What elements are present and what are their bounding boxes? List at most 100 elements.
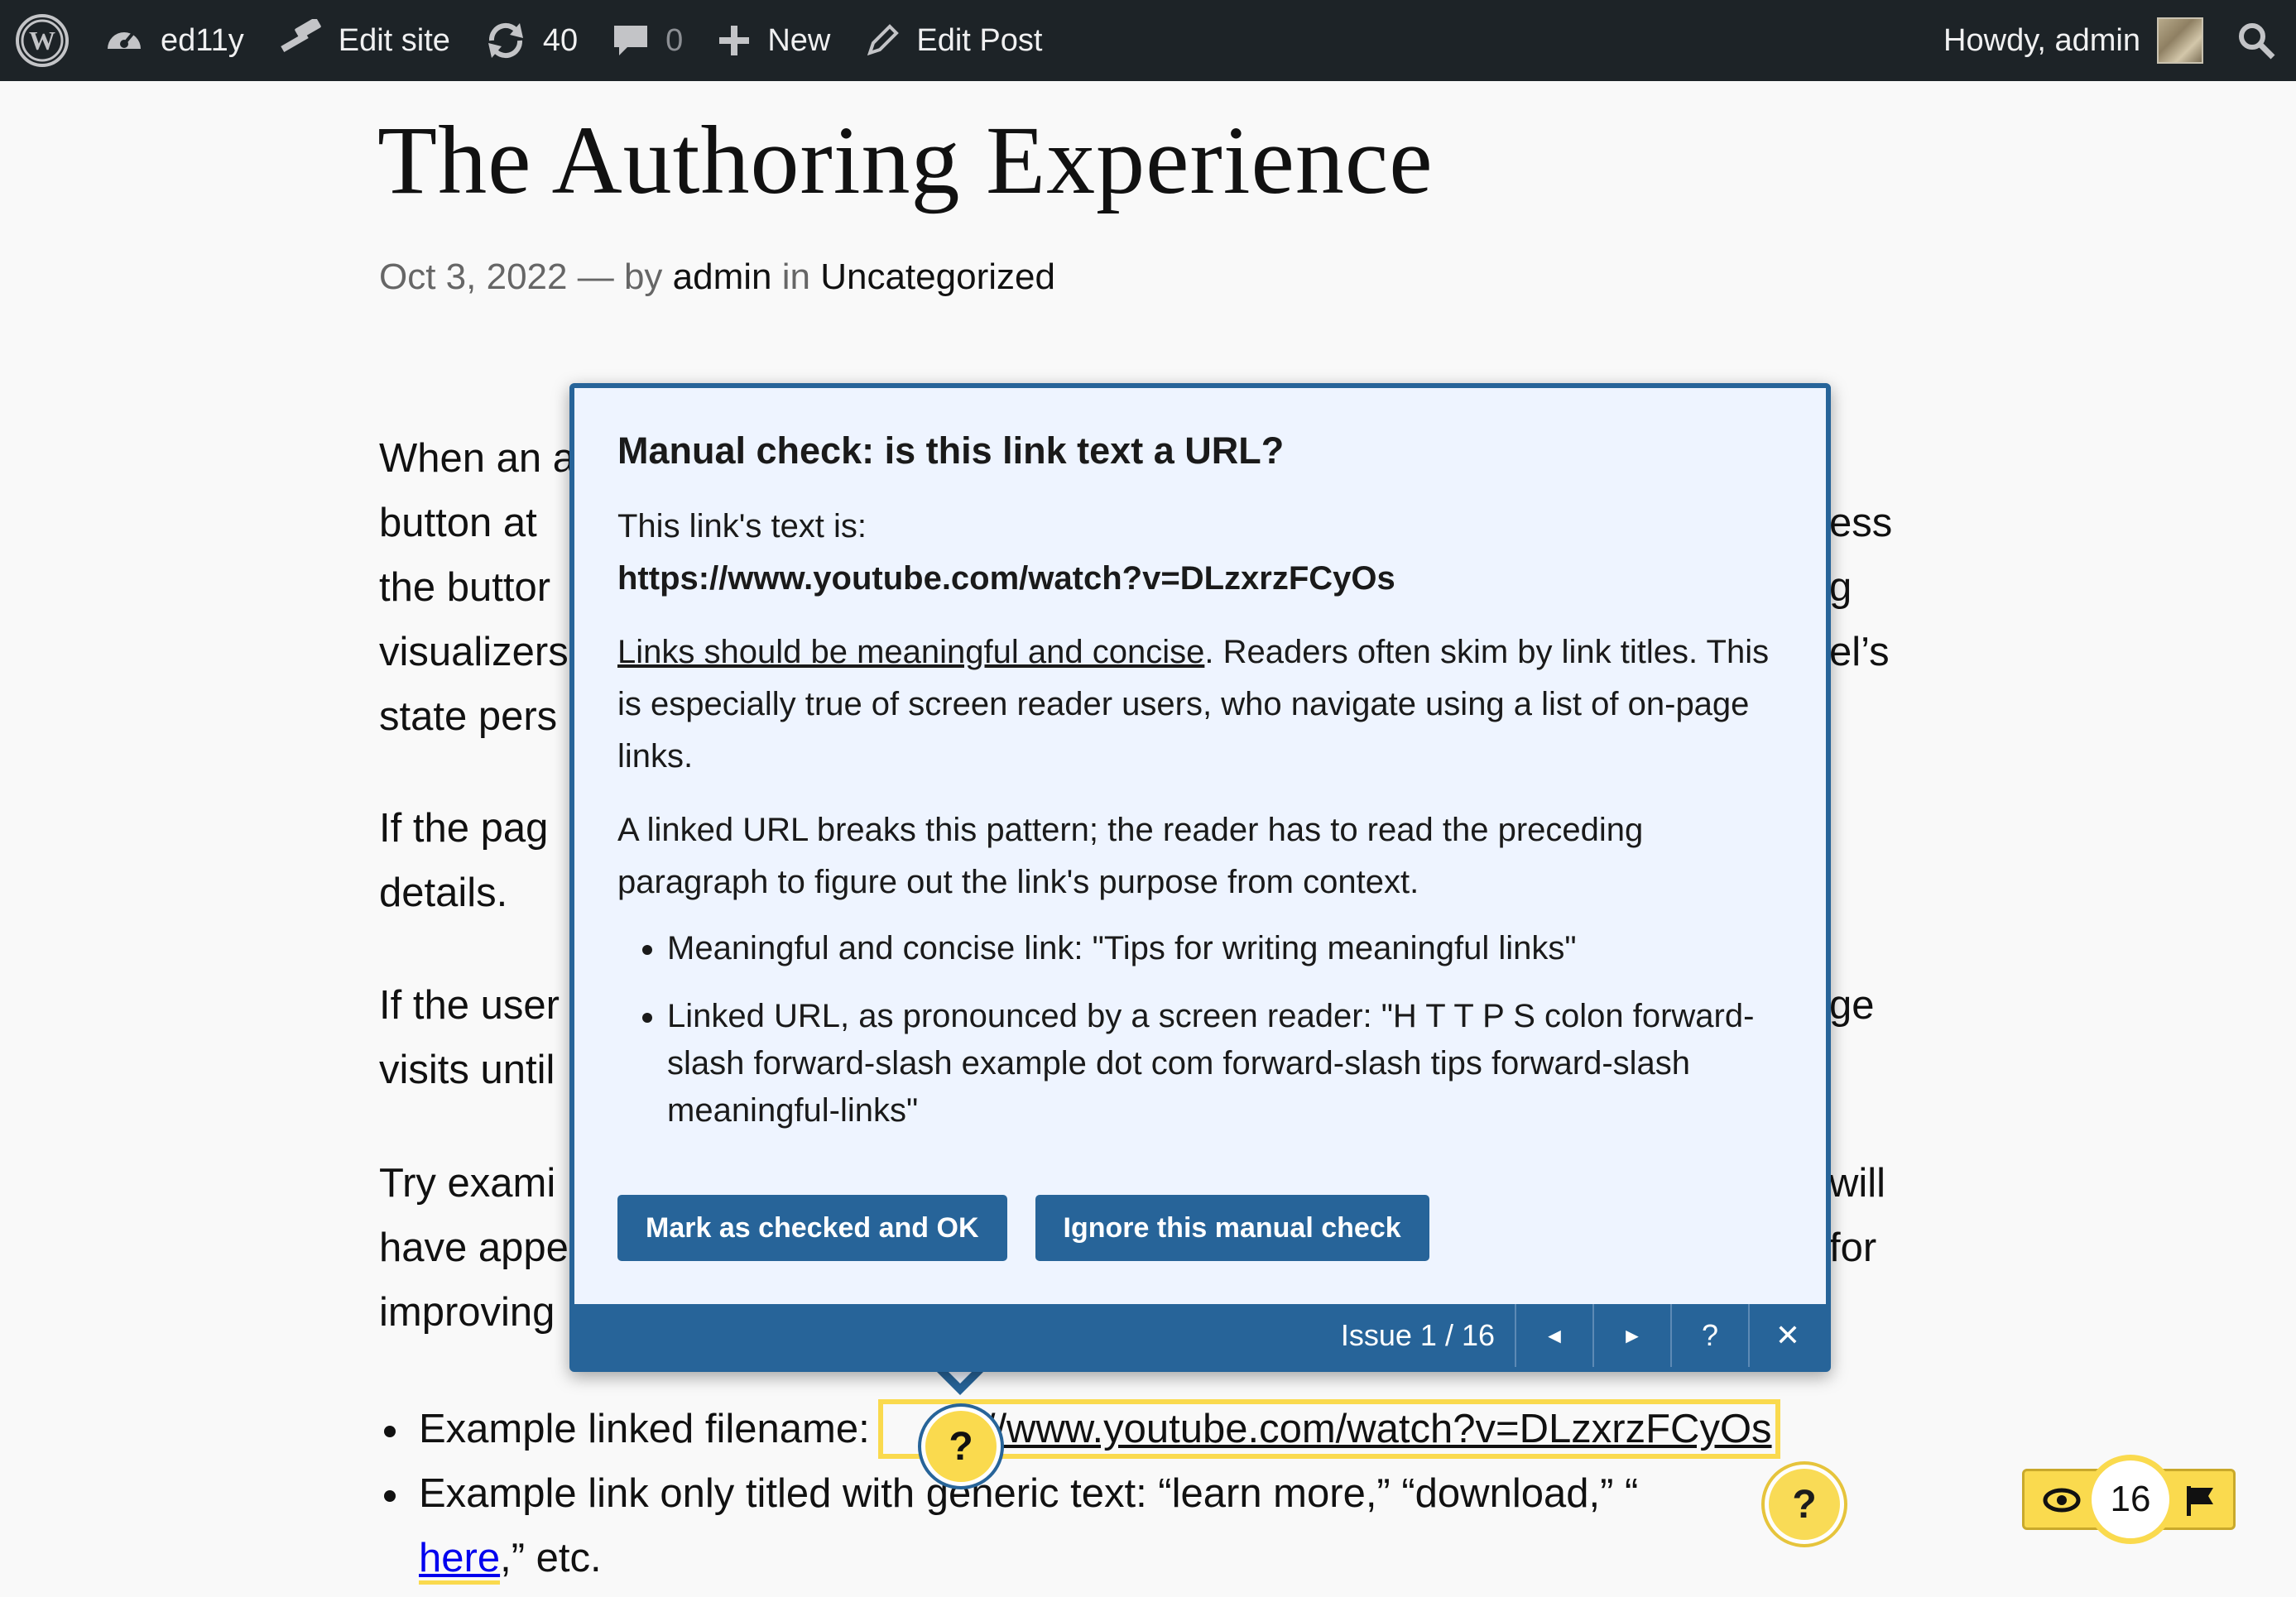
paragraph-4-right: will for [1829, 1151, 1885, 1280]
paragraph-line: g [1829, 565, 1852, 610]
refresh-icon [488, 22, 523, 59]
updates-link[interactable]: 40 [467, 0, 594, 81]
post-by: — by [577, 257, 663, 297]
flagged-url-link[interactable]: s://www.youtube.com/watch?v=DLzxrzFCyOs [877, 1399, 1780, 1459]
tooltip-intro: This link's text is: [617, 508, 867, 544]
paragraph-line: Try exami [379, 1161, 556, 1206]
paragraph-2: If the pag details. [379, 796, 548, 925]
paragraph-line: details. [379, 870, 508, 915]
comments-link[interactable]: 0 [594, 0, 699, 81]
tooltip-heading: Manual check: is this link text a URL? [617, 429, 1285, 472]
tooltip-url: https://www.youtube.com/watch?v=DLzxrzFC… [617, 560, 1395, 597]
question-icon: ? [949, 1424, 973, 1469]
paragraph-line: ge [1829, 983, 1875, 1028]
issue-count-badge[interactable]: 16 [2086, 1455, 2175, 1544]
paragraph-1: When an a button at the buttor visualize… [379, 426, 575, 749]
paragraph-line: improving [379, 1290, 555, 1335]
post-title: The Authoring Experience [377, 106, 1434, 214]
issue-count-text: 16 [2110, 1479, 2151, 1519]
paragraph-3-right: ge [1829, 973, 1875, 1038]
paragraph-line: el’s [1829, 630, 1890, 674]
my-account-menu[interactable]: Howdy, admin [1927, 0, 2220, 81]
tooltip-body: Manual check: is this link text a URL? T… [617, 429, 1793, 1155]
close-icon: ✕ [1775, 1318, 1801, 1352]
tooltip-paragraph-1: Links should be meaningful and concise. … [617, 626, 1793, 783]
plus-icon [719, 26, 750, 55]
svg-text:W: W [29, 26, 55, 55]
paragraph-line: the buttor [379, 565, 551, 610]
show-issues-button[interactable] [2185, 1484, 2215, 1522]
new-content-menu[interactable]: New [699, 0, 847, 81]
question-icon: ? [1792, 1482, 1817, 1527]
search-icon [2239, 23, 2275, 60]
post-date[interactable]: Oct 3, 2022 [379, 257, 567, 297]
edit-post-label: Edit Post [916, 22, 1043, 58]
toggle-visibility-button[interactable] [2043, 1484, 2081, 1520]
paragraph-line: for [1829, 1225, 1877, 1270]
paragraph-line: ess [1829, 501, 1893, 545]
post-category[interactable]: Uncategorized [820, 257, 1055, 297]
tooltip-list-item: Meaningful and concise link: "Tips for w… [667, 925, 1793, 972]
list-item: Example linked filename: s://www.youtube.… [379, 1397, 1780, 1461]
wordpress-logo-button[interactable]: W [0, 0, 86, 81]
close-tooltip-button[interactable]: ✕ [1748, 1304, 1826, 1367]
issue-counter: Issue 1 / 16 [1340, 1318, 1495, 1352]
post-in: in [781, 257, 810, 297]
paragraph-line: When an a [379, 436, 575, 481]
tooltip-example-list: Meaningful and concise link: "Tips for w… [617, 925, 1793, 1134]
comment-bubble-icon [614, 26, 648, 55]
issue-tooltip: Manual check: is this link text a URL? T… [569, 383, 1831, 1372]
tooltip-buttons: Mark as checked and OK Ignore this manua… [617, 1195, 1429, 1261]
list-item-tail: ,” etc. [500, 1536, 602, 1580]
active-issue-marker[interactable]: ? [921, 1407, 1001, 1486]
url-link-text[interactable]: s://www.youtube.com/watch?v=DLzxrzFCyOs [886, 1407, 1772, 1451]
next-issue-button[interactable]: ► [1592, 1304, 1670, 1367]
tooltip-footer: Issue 1 / 16 ◄ ► ? ✕ [574, 1304, 1826, 1367]
eye-icon [2043, 1488, 2081, 1513]
paragraph-4: Try exami have appe improving [379, 1151, 569, 1345]
site-name-menu[interactable]: ed11y [86, 0, 261, 81]
hammer-icon [280, 19, 321, 52]
guide-link[interactable]: Links should be meaningful and concise [617, 634, 1204, 670]
paragraph-line: button at [379, 501, 537, 545]
help-button[interactable]: ? [1670, 1304, 1748, 1367]
ignore-check-button[interactable]: Ignore this manual check [1035, 1195, 1429, 1261]
admin-bar: W ed11y Edit site 40 0 New Edit Post How… [0, 0, 2296, 81]
flag-icon [2187, 1486, 2213, 1516]
here-link[interactable]: here [419, 1536, 501, 1585]
mark-ok-button[interactable]: Mark as checked and OK [617, 1195, 1007, 1261]
new-label: New [767, 22, 831, 58]
edit-site-label: Edit site [338, 22, 450, 58]
tooltip-paragraph-2: A linked URL breaks this pattern; the re… [617, 812, 1644, 900]
example-list: Example linked filename: s://www.youtube.… [379, 1397, 1780, 1590]
paragraph-line: visits until [379, 1048, 555, 1092]
list-item-continuation: here,” etc. [379, 1526, 1780, 1590]
dashboard-icon [108, 32, 141, 49]
edit-site-link[interactable]: Edit site [261, 0, 467, 81]
paragraph-1-right: ess g el’s [1829, 491, 1892, 684]
post-author[interactable]: admin [673, 257, 772, 297]
comments-count: 0 [665, 22, 684, 58]
post-meta: Oct 3, 2022 — by admin in Uncategorized [379, 257, 1055, 298]
list-item-label: Example linked filename: [419, 1407, 870, 1451]
issue-marker[interactable]: ? [1765, 1465, 1844, 1544]
howdy-label: Howdy, admin [1943, 22, 2140, 58]
avatar [2157, 17, 2203, 64]
paragraph-line: If the user [379, 983, 560, 1028]
list-item-label: Example link only titled with generic te… [419, 1471, 1639, 1516]
previous-issue-button[interactable]: ◄ [1515, 1304, 1592, 1367]
paragraph-line: visualizers [379, 630, 569, 674]
paragraph-3: If the user visits until [379, 973, 560, 1102]
paragraph-line: have appe [379, 1225, 569, 1270]
help-icon: ? [1701, 1318, 1719, 1352]
search-toggle[interactable] [2220, 0, 2296, 81]
site-name-label: ed11y [161, 22, 244, 58]
paragraph-line: If the pag [379, 806, 549, 851]
edit-post-link[interactable]: Edit Post [847, 0, 1059, 81]
next-arrow-icon: ► [1621, 1322, 1643, 1348]
list-item: Example link only titled with generic te… [379, 1461, 1780, 1526]
tooltip-list-item: Linked URL, as pronounced by a screen re… [667, 993, 1793, 1134]
previous-arrow-icon: ◄ [1544, 1322, 1565, 1348]
updates-count: 40 [542, 22, 579, 58]
wordpress-icon: W [16, 14, 69, 67]
